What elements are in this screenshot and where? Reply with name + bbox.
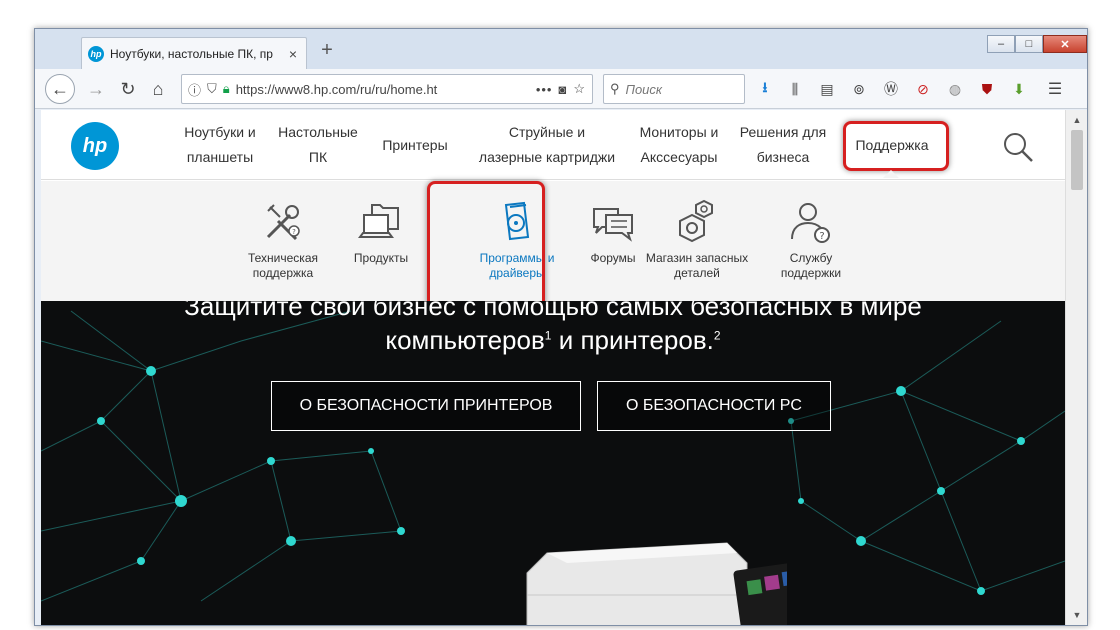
- search-icon: ⚲: [610, 81, 620, 96]
- sidebar-icon[interactable]: ▤: [817, 79, 837, 99]
- support-highlight: [843, 121, 949, 171]
- globe-icon[interactable]: ◍: [945, 79, 965, 99]
- lock-icon[interactable]: 🔒︎: [223, 81, 230, 97]
- svg-text:?: ?: [292, 228, 296, 236]
- shield-icon[interactable]: ⛉: [207, 81, 217, 97]
- extension-blocker-icon[interactable]: ⊘: [913, 79, 933, 99]
- close-window-button[interactable]: ✕: [1043, 35, 1087, 53]
- hero-banner: Защитите свой бизнес с помощью самых без…: [41, 301, 1065, 625]
- url-text[interactable]: https://www8.hp.com/ru/ru/home.ht: [236, 82, 530, 97]
- menu-laptops[interactable]: Ноутбуки и планшеты: [175, 120, 265, 170]
- chat-bubbles-icon: [593, 208, 633, 242]
- hp-logo[interactable]: hp: [71, 122, 119, 170]
- hp-favicon-icon: hp: [88, 45, 104, 62]
- scroll-down-arrow-icon[interactable]: ▼: [1066, 607, 1087, 623]
- scroll-up-arrow-icon[interactable]: ▲: [1066, 112, 1087, 128]
- hero-headline-1: Защитите свой бизнес с помощью самых без…: [184, 301, 922, 321]
- hero-text: компьютеров: [385, 325, 545, 355]
- submenu-contact-support[interactable]: ? Службу поддержки: [751, 199, 871, 281]
- bookmark-star-icon[interactable]: ☆: [573, 81, 586, 97]
- software-drivers-highlight: [427, 181, 545, 311]
- navigation-toolbar: ← → ↻ ⌂ ⓘ ⛉ 🔒︎ https://www8.hp.com/ru/ru…: [35, 69, 1087, 109]
- svg-text:?: ?: [819, 231, 824, 242]
- ublock-icon[interactable]: ⛊: [977, 79, 997, 99]
- vertical-scrollbar[interactable]: ▲ ▼: [1065, 110, 1087, 625]
- tab-title: Ноутбуки, настольные ПК, пр: [110, 46, 273, 61]
- new-tab-button[interactable]: +: [315, 39, 339, 62]
- menu-cartridges[interactable]: Струйные и лазерные картриджи: [465, 120, 629, 170]
- site-header: hp Ноутбуки и планшеты Настольные ПК При…: [41, 110, 1065, 180]
- library-icon[interactable]: ⫼: [785, 79, 805, 99]
- search-field[interactable]: ⚲ Поиск: [603, 74, 745, 104]
- browser-tab[interactable]: hp Ноутбуки, настольные ПК, пр ×: [81, 37, 307, 69]
- download-icon[interactable]: ⭳: [755, 79, 775, 99]
- search-placeholder: Поиск: [625, 81, 663, 97]
- submenu-label: Магазин запасных деталей: [645, 251, 749, 280]
- extension-w-icon[interactable]: Ⓦ: [881, 79, 901, 99]
- reload-button[interactable]: ↻: [113, 74, 143, 104]
- tab-bar: hp Ноутбуки, настольные ПК, пр × + ‒ □ ✕: [35, 29, 1087, 69]
- printer-security-button[interactable]: О БЕЗОПАСНОСТИ ПРИНТЕРОВ: [271, 381, 581, 431]
- pc-security-button[interactable]: О БЕЗОПАСНОСТИ PC: [597, 381, 831, 431]
- support-person-icon: ?: [791, 203, 830, 243]
- back-button[interactable]: ←: [45, 74, 75, 104]
- menu-desktops[interactable]: Настольные ПК: [271, 120, 365, 170]
- site-search-icon[interactable]: [1001, 130, 1035, 164]
- printer-image: [526, 542, 787, 625]
- page-actions-icon[interactable]: •••: [536, 82, 553, 97]
- menu-monitors[interactable]: Мониторы и Акссесуары: [629, 120, 729, 170]
- support-submenu: ? Техническая поддержка Продукты Програм…: [41, 181, 1065, 311]
- hamburger-menu-icon[interactable]: ☰: [1045, 79, 1065, 99]
- hero-text: и принтеров.: [551, 325, 714, 355]
- dropdown-caret: [883, 170, 899, 178]
- menu-printers[interactable]: Принтеры: [375, 120, 455, 170]
- laptop-folder-icon: [358, 204, 399, 238]
- extension-arrow-icon[interactable]: ⬇: [1009, 79, 1029, 99]
- info-icon[interactable]: ⓘ: [188, 80, 201, 99]
- maximize-button[interactable]: □: [1015, 35, 1043, 53]
- address-bar[interactable]: ⓘ ⛉ 🔒︎ https://www8.hp.com/ru/ru/home.ht…: [181, 74, 593, 104]
- footnote-2[interactable]: 2: [714, 328, 721, 342]
- submenu-products[interactable]: Продукты: [321, 199, 441, 266]
- tools-icon: ?: [266, 204, 300, 241]
- web-page: hp Ноутбуки и планшеты Настольные ПК При…: [41, 110, 1065, 625]
- submenu-parts-store[interactable]: Магазин запасных деталей: [635, 199, 759, 281]
- tab-close-icon[interactable]: ×: [286, 46, 300, 62]
- parts-hexagon-icon: [679, 199, 713, 243]
- pocket-icon[interactable]: ◙: [558, 82, 567, 97]
- hero-headline-2: компьютеров1 и принтеров.2: [41, 325, 1065, 356]
- forward-button[interactable]: →: [81, 74, 111, 104]
- home-button[interactable]: ⌂: [143, 74, 173, 104]
- window-controls: ‒ □ ✕: [987, 35, 1087, 53]
- sync-icon[interactable]: ⊚: [849, 79, 869, 99]
- scrollbar-thumb[interactable]: [1071, 130, 1083, 190]
- minimize-button[interactable]: ‒: [987, 35, 1015, 53]
- submenu-label: Продукты: [353, 251, 409, 265]
- browser-window: hp Ноутбуки, настольные ПК, пр × + ‒ □ ✕…: [34, 28, 1088, 626]
- menu-business[interactable]: Решения для бизнеса: [733, 120, 833, 170]
- submenu-label: Службу поддержки: [780, 251, 842, 280]
